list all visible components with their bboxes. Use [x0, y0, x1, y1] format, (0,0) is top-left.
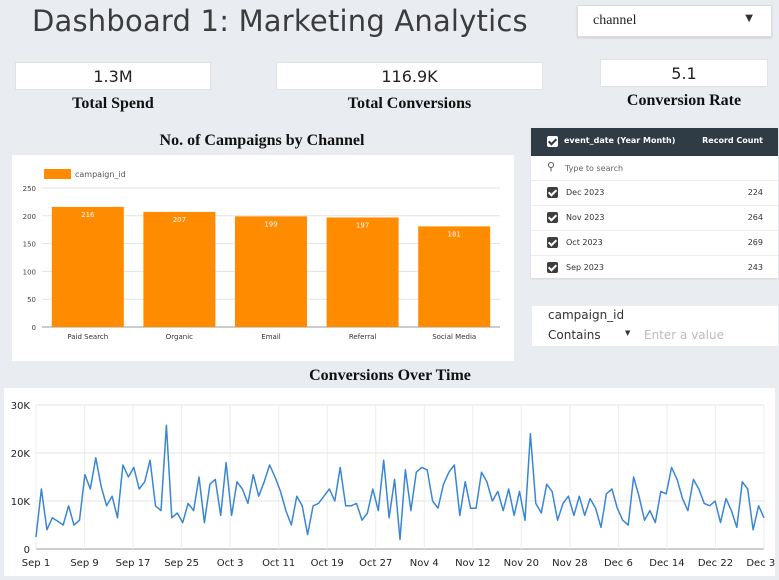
x-tick-label: Sep 17 — [116, 558, 151, 569]
conversion-rate-value: 5.1 — [600, 59, 768, 87]
chevron-down-icon[interactable]: ▼ — [745, 13, 753, 24]
channel-select[interactable]: channel ▼ — [577, 5, 772, 37]
channel-select-label: channel — [593, 13, 637, 28]
table-row[interactable]: Sep 2023 243 — [531, 256, 778, 281]
row-checkbox[interactable] — [547, 262, 558, 273]
x-tick-label: Dec 14 — [649, 558, 684, 569]
x-category-label: Social Media — [432, 333, 476, 341]
row-count: 243 — [747, 263, 763, 272]
table-row[interactable]: Oct 2023 269 — [531, 231, 778, 256]
bar-value-label: 181 — [448, 230, 461, 238]
x-tick-label: Nov 12 — [455, 558, 490, 569]
date-filter-table: event_date (Year Month) Record Count ⚲ T… — [531, 128, 778, 281]
filter-value-input[interactable]: Enter a value — [644, 328, 724, 342]
column-header-count[interactable]: Record Count — [702, 136, 763, 145]
row-count: 269 — [747, 238, 763, 247]
bar-value-label: 199 — [264, 220, 277, 228]
y-tick-label: 200 — [23, 213, 36, 221]
filter-label: campaign_id — [548, 308, 625, 322]
bar-chart-title: No. of Campaigns by Channel — [159, 132, 365, 149]
x-category-label: Paid Search — [67, 333, 108, 341]
table-row[interactable]: Dec 2023 224 — [531, 181, 778, 206]
x-tick-label: Sep 1 — [22, 558, 50, 569]
row-checkbox[interactable] — [547, 212, 558, 223]
column-header-date[interactable]: event_date (Year Month) — [564, 136, 675, 145]
y-tick-label: 10K — [11, 497, 31, 508]
total-conversions-value: 116.9K — [276, 62, 543, 90]
conversions-series-line — [35, 424, 765, 541]
table-header: event_date (Year Month) Record Count — [531, 128, 778, 156]
line-chart-title: Conversions Over Time — [309, 367, 471, 384]
bar-value-label: 197 — [356, 221, 369, 229]
y-tick-label: 150 — [23, 241, 36, 249]
y-tick-label: 20K — [11, 449, 31, 460]
bar-chart: 0 50 100 150 200 250 campaign_id 216 Paid Search… — [23, 169, 500, 341]
x-tick-label: Dec 22 — [698, 558, 733, 569]
conversion-rate-label: Conversion Rate — [626, 92, 742, 109]
x-category-label: Organic — [166, 333, 193, 341]
total-conversions-label: Total Conversions — [347, 95, 472, 112]
row-label: Nov 2023 — [566, 213, 605, 222]
bar-value-label: 207 — [173, 216, 186, 224]
campaign-id-filter: campaign_id Contains ▼ Enter a value — [532, 306, 778, 346]
total-spend-value: 1.3M — [15, 62, 211, 90]
row-checkbox[interactable] — [547, 237, 558, 248]
legend-swatch — [44, 169, 71, 179]
x-category-label: Email — [261, 333, 280, 341]
y-tick-label: 100 — [23, 268, 36, 276]
y-tick-label: 30K — [11, 401, 31, 412]
row-label: Dec 2023 — [566, 188, 605, 197]
x-tick-label: Nov 28 — [552, 558, 587, 569]
table-row[interactable]: Nov 2023 264 — [531, 206, 778, 231]
bar — [51, 206, 124, 327]
legend-label: campaign_id — [75, 170, 126, 179]
select-all-checkbox[interactable] — [547, 136, 558, 147]
total-spend-label: Total Spend — [72, 95, 154, 112]
bar — [418, 226, 491, 327]
x-tick-label: Oct 27 — [359, 558, 392, 569]
filter-operator-select[interactable]: Contains — [548, 328, 601, 342]
x-tick-label: Sep 25 — [164, 558, 199, 569]
bar — [235, 216, 307, 327]
table-search-row[interactable]: ⚲ Type to search — [531, 156, 778, 181]
x-tick-label: Sep 9 — [70, 558, 98, 569]
line-chart: 0 10K 20K 30K Sep 1 Sep 9 Sep 17 Sep 25 Oct 3 Oct… — [11, 401, 779, 569]
line-chart-panel: 0 10K 20K 30K Sep 1 Sep 9 Sep 17 Sep 25 Oct 3 Oct… — [4, 388, 779, 576]
y-tick-label: 0 — [32, 324, 36, 332]
y-tick-label: 250 — [23, 185, 36, 193]
x-tick-label: Oct 3 — [217, 558, 244, 569]
table-search-input[interactable]: Type to search — [565, 164, 623, 173]
x-tick-label: Nov 4 — [410, 558, 439, 569]
x-tick-label: Oct 19 — [311, 558, 344, 569]
bar-value-label: 216 — [81, 211, 95, 219]
x-tick-label: Oct 11 — [262, 558, 295, 569]
search-icon: ⚲ — [547, 160, 556, 173]
bar — [326, 217, 399, 327]
row-count: 224 — [747, 188, 763, 197]
y-tick-label: 50 — [27, 296, 36, 304]
x-tick-label: Nov 20 — [504, 558, 539, 569]
row-label: Sep 2023 — [566, 263, 604, 272]
y-tick-label: 0 — [24, 545, 30, 556]
page-title: Dashboard 1: Marketing Analytics — [32, 4, 528, 38]
bar — [143, 211, 216, 327]
chevron-down-icon[interactable]: ▼ — [625, 329, 630, 337]
row-label: Oct 2023 — [566, 238, 603, 247]
x-tick-label: Dec 6 — [604, 558, 633, 569]
x-category-label: Referral — [349, 333, 377, 341]
row-checkbox[interactable] — [547, 187, 558, 198]
bar-chart-panel: 0 50 100 150 200 250 campaign_id 216 Paid Search… — [12, 155, 514, 361]
x-tick-label: Dec 30 — [746, 558, 775, 569]
row-count: 264 — [747, 213, 763, 222]
